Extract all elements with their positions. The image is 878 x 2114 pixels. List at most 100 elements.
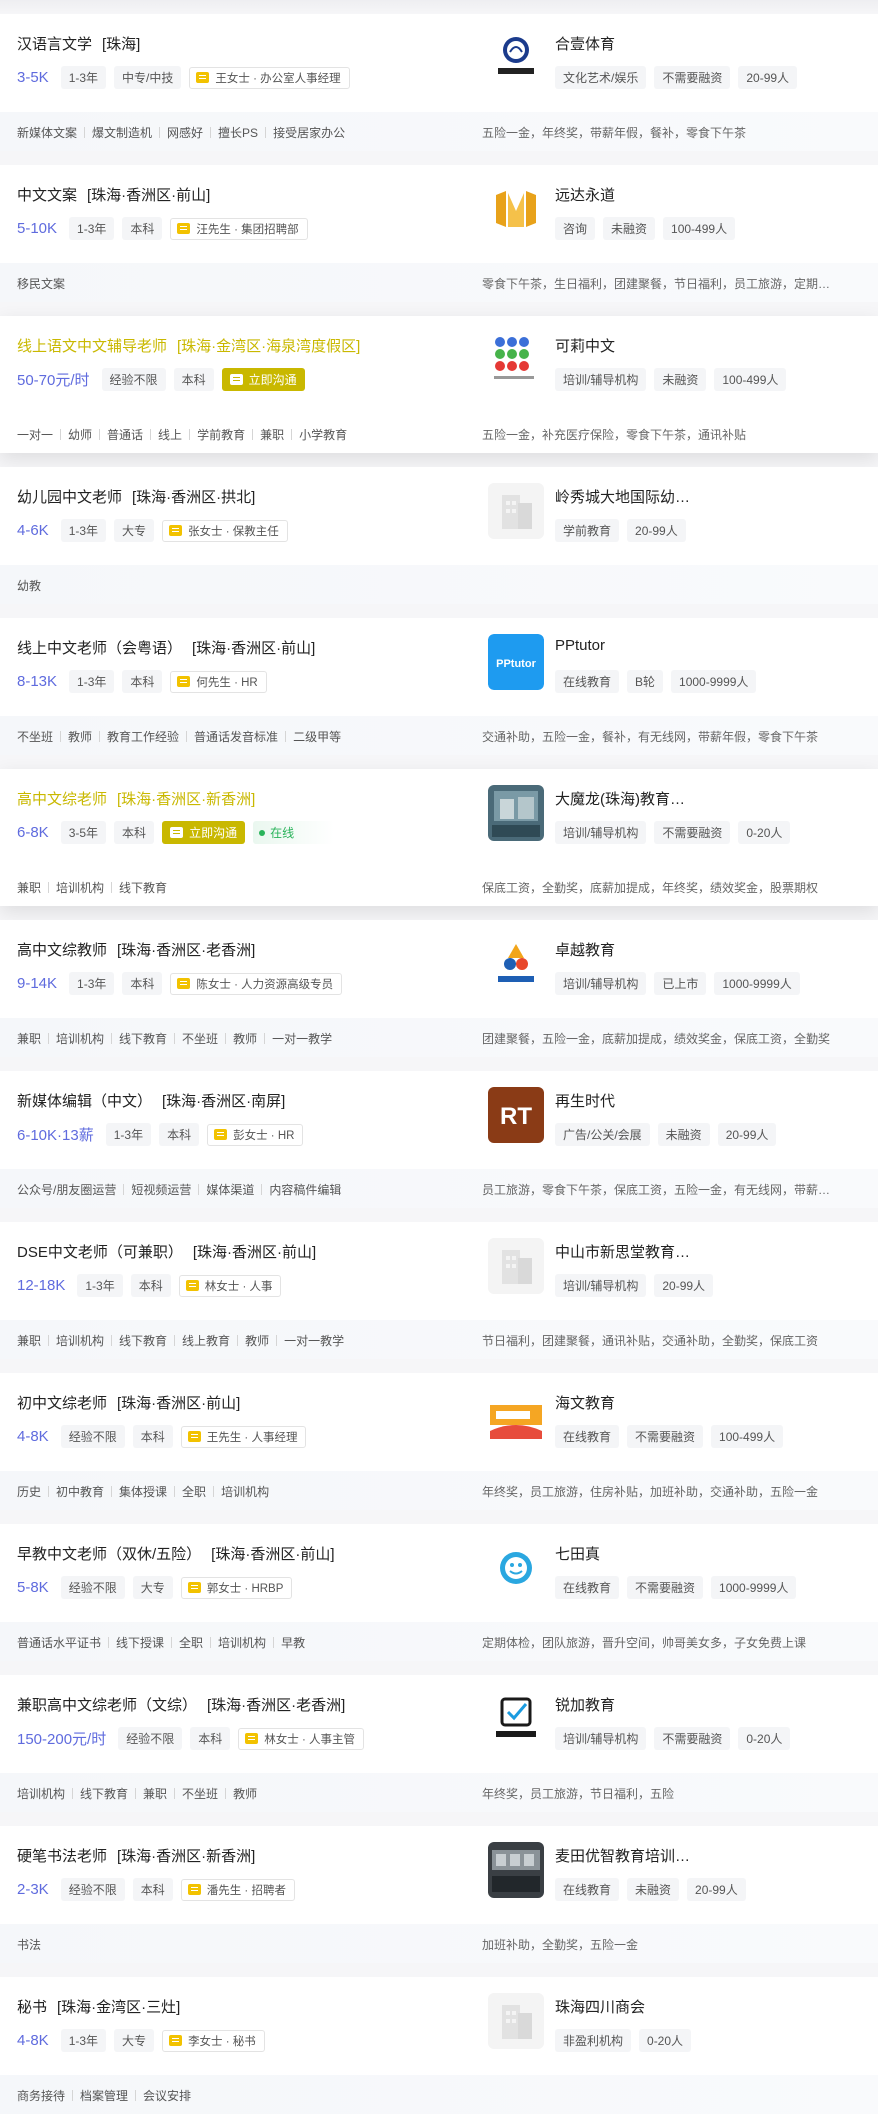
recruiter-badge[interactable]: 郭女士 · HRBP	[180, 1576, 293, 1599]
company-name[interactable]: 七田真	[555, 1543, 600, 1564]
job-name[interactable]: 高中文综教师	[17, 939, 107, 960]
skill-list: 书法	[17, 1936, 41, 1953]
job-name[interactable]: 新媒体编辑（中文）	[17, 1090, 152, 1111]
chat-icon	[185, 1280, 199, 1291]
company-name[interactable]: 卓越教育	[555, 939, 615, 960]
job-card[interactable]: 中文文案 [珠海·香洲区·前山] 5-10K 1-3年 本科 汪先生 · 集团招聘部 远达永…	[0, 165, 878, 302]
rt-logo[interactable]: RT	[488, 1087, 544, 1143]
job-card[interactable]: 早教中文老师（双休/五险） [珠海·香洲区·前山] 5-8K 经验不限 大专 郭女士 · …	[0, 1524, 878, 1661]
placeholder-logo[interactable]	[488, 1993, 544, 2049]
photo-logo[interactable]	[488, 785, 544, 841]
recruiter-badge[interactable]: 何先生 · HR	[170, 670, 267, 693]
job-card[interactable]: 汉语言文学 [珠海] 3-5K 1-3年 中专/中技 王女士 · 办公室人事经理 合壹体育文…	[0, 14, 878, 151]
zhuoyue-logo[interactable]	[488, 936, 544, 992]
job-card[interactable]: 兼职高中文综老师（文综） [珠海·香洲区·老香洲] 150-200元/时 经验不限 本科…	[0, 1675, 878, 1812]
job-title[interactable]: 初中文综老师 [珠海·香洲区·前山]	[17, 1392, 240, 1413]
job-card[interactable]: DSE中文老师（可兼职） [珠海·香洲区·前山] 12-18K 1-3年 本科 林女士 ·…	[0, 1222, 878, 1359]
job-tag: 本科	[132, 1878, 173, 1901]
job-name[interactable]: 初中文综老师	[17, 1392, 107, 1413]
recruiter-badge[interactable]: 汪先生 · 集团招聘部	[170, 217, 308, 240]
skill-tag: 线下教育	[119, 1032, 168, 1046]
yuanda-logo[interactable]	[488, 181, 544, 237]
job-name[interactable]: 兼职高中文综老师（文综）	[17, 1694, 197, 1715]
job-name[interactable]: 早教中文老师（双休/五险）	[17, 1543, 201, 1564]
company-name[interactable]: 再生时代	[555, 1090, 615, 1111]
job-title[interactable]: 幼儿园中文老师 [珠海·香洲区·拱北]	[17, 486, 255, 507]
recruiter-badge[interactable]: 林女士 · 人事主管	[238, 1727, 364, 1750]
recruiter-badge[interactable]: 王先生 · 人事经理	[180, 1425, 307, 1448]
job-title[interactable]: 兼职高中文综老师（文综） [珠海·香洲区·老香洲]	[17, 1694, 345, 1715]
company-tags: 非盈利机构 0-20人	[555, 2029, 699, 2052]
skill-divider	[225, 1788, 227, 1799]
job-title[interactable]: DSE中文老师（可兼职） [珠海·香洲区·前山]	[17, 1241, 316, 1262]
job-card[interactable]: 硬笔书法老师 [珠海·香洲区·新香洲] 2-3K 经验不限 本科 潘先生 · 招聘者 麦田优…	[0, 1826, 878, 1963]
company-tag: 未融资	[603, 217, 656, 240]
job-card[interactable]: 新媒体编辑（中文） [珠海·香洲区·南屏] 6-10K·13薪 1-3年 本科 彭女士 ·…	[0, 1071, 878, 1208]
skill-divider	[150, 429, 152, 440]
job-title[interactable]: 硬笔书法老师 [珠海·香洲区·新香洲]	[17, 1845, 255, 1866]
job-name[interactable]: 汉语言文学	[17, 33, 92, 54]
job-name[interactable]: 中文文案	[17, 184, 77, 205]
job-title[interactable]: 秘书 [珠海·金湾区·三灶]	[17, 1996, 180, 2017]
recruiter-badge[interactable]: 林女士 · 人事	[178, 1274, 282, 1297]
room-logo[interactable]	[488, 1842, 544, 1898]
skill-tag: 历史	[17, 1485, 42, 1499]
job-name[interactable]: 线上语文中文辅导老师	[17, 335, 167, 356]
company-name[interactable]: PPtutor	[555, 637, 605, 654]
keli-logo[interactable]	[488, 332, 544, 388]
pptutor-logo[interactable]: PPtutor	[488, 634, 544, 690]
recruiter-badge[interactable]: 张女士 · 保教主任	[162, 519, 288, 542]
company-name[interactable]: 麦田优智教育培训中心	[555, 1845, 695, 1866]
recruiter-badge[interactable]: 潘先生 · 招聘者	[180, 1878, 295, 1901]
job-title[interactable]: 中文文案 [珠海·香洲区·前山]	[17, 184, 210, 205]
company-tag: 学前教育	[555, 519, 620, 542]
job-title[interactable]: 新媒体编辑（中文） [珠海·香洲区·南屏]	[17, 1090, 285, 1111]
job-title[interactable]: 线上中文老师（会粤语） [珠海·香洲区·前山]	[17, 637, 315, 658]
ruijia-logo[interactable]	[488, 1691, 544, 1747]
recruiter-badge[interactable]: 彭女士 · HR	[207, 1123, 304, 1146]
job-title[interactable]: 线上语文中文辅导老师 [珠海·金湾区·海泉湾度假区]	[17, 335, 360, 356]
job-title[interactable]: 高中文综老师 [珠海·香洲区·新香洲]	[17, 788, 255, 809]
recruiter-badge[interactable]: 陈女士 · 人力资源高级专员	[170, 972, 343, 995]
job-name[interactable]: 秘书	[17, 1996, 47, 2017]
company-name[interactable]: 中山市新思堂教育科技	[555, 1241, 695, 1262]
company-name[interactable]: 远达永道	[555, 184, 615, 205]
placeholder-logo[interactable]	[488, 1238, 544, 1294]
job-name[interactable]: 硬笔书法老师	[17, 1845, 107, 1866]
company-tags: 培训/辅导机构 20-99人	[555, 1274, 721, 1297]
job-card[interactable]: 线上中文老师（会粤语） [珠海·香洲区·前山] 8-13K 1-3年 本科 何先生 · H…	[0, 618, 878, 755]
job-card[interactable]: 秘书 [珠海·金湾区·三灶] 4-8K 1-3年 大专 李女士 · 秘书 珠海四川商会 非盈利…	[0, 1977, 878, 2114]
job-card[interactable]: 幼儿园中文老师 [珠海·香洲区·拱北] 4-6K 1-3年 大专 张女士 · 保教主任 岭秀…	[0, 467, 878, 604]
job-name[interactable]: 幼儿园中文老师	[17, 486, 122, 507]
qitian-logo[interactable]	[488, 1540, 544, 1596]
chat-now-button[interactable]: 立即沟通	[162, 821, 246, 844]
job-card[interactable]: 高中文综教师 [珠海·香洲区·老香洲] 9-14K 1-3年 本科 陈女士 · 人力资源高…	[0, 920, 878, 1057]
company-name[interactable]: 珠海四川商会	[555, 1996, 645, 2017]
job-card[interactable]: 初中文综老师 [珠海·香洲区·前山] 4-8K 经验不限 本科 王先生 · 人事经理 海文教…	[0, 1373, 878, 1510]
haiwen-logo[interactable]	[488, 1389, 544, 1445]
job-card[interactable]: 高中文综老师 [珠海·香洲区·新香洲] 6-8K 3-5年 本科 立即沟通 在线 大魔龙(珠海…	[0, 769, 878, 906]
recruiter-badge[interactable]: 王女士 · 办公室人事经理	[189, 66, 350, 89]
company-name[interactable]: 海文教育	[555, 1392, 615, 1413]
company-name[interactable]: 锐加教育	[555, 1694, 615, 1715]
job-name[interactable]: 线上中文老师（会粤语）	[17, 637, 182, 658]
job-card[interactable]: 线上语文中文辅导老师 [珠海·金湾区·海泉湾度假区] 50-70元/时 经验不限 本科 立…	[0, 316, 878, 453]
job-salary: 6-8K	[17, 824, 49, 841]
job-title[interactable]: 汉语言文学 [珠海]	[17, 33, 140, 54]
company-name[interactable]: 合壹体育	[555, 33, 615, 54]
heyi-logo[interactable]	[488, 30, 544, 86]
job-name[interactable]: 高中文综老师	[17, 788, 107, 809]
job-name[interactable]: DSE中文老师（可兼职）	[17, 1241, 183, 1262]
company-name[interactable]: 大魔龙(珠海)教育科技	[555, 788, 695, 809]
recruiter-badge[interactable]: 李女士 · 秘书	[162, 2029, 265, 2052]
company-name[interactable]: 可莉中文	[555, 335, 615, 356]
job-title[interactable]: 高中文综教师 [珠海·香洲区·老香洲]	[17, 939, 255, 960]
job-title[interactable]: 早教中文老师（双休/五险） [珠海·香洲区·前山]	[17, 1543, 335, 1564]
chat-now-button[interactable]: 立即沟通	[221, 368, 305, 391]
job-salary: 4-8K	[17, 2032, 49, 2049]
company-tag: 1000-9999人	[671, 670, 757, 693]
company-name[interactable]: 岭秀城大地国际幼稚园	[555, 486, 695, 507]
company-tag: 未融资	[657, 1123, 710, 1146]
placeholder-logo[interactable]	[488, 483, 544, 539]
company-tags: 学前教育 20-99人	[555, 519, 694, 542]
